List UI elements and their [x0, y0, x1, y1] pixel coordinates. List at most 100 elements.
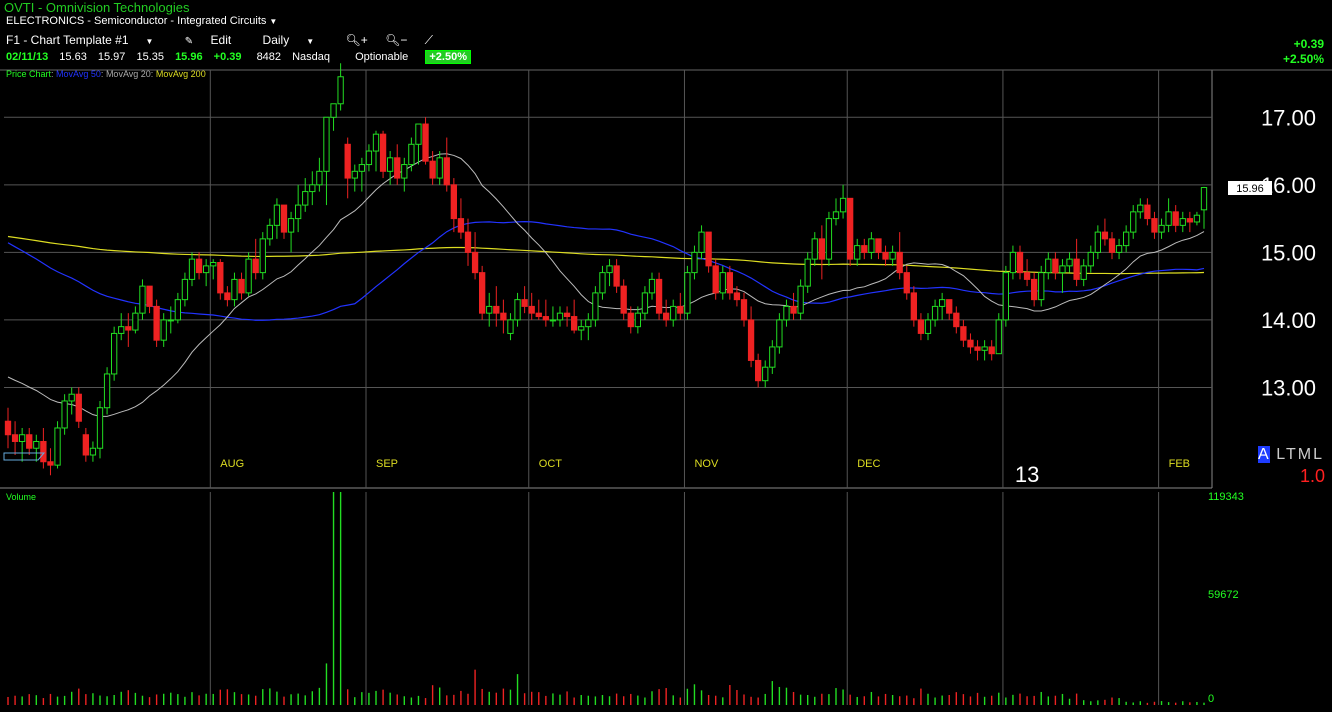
- candle-body: [351, 170, 358, 179]
- candle-body: [832, 211, 840, 220]
- candle-body: [1108, 238, 1116, 253]
- volume-tick-label: 59672: [1208, 589, 1239, 601]
- candle-body: [627, 312, 634, 328]
- candle-body: [330, 103, 337, 118]
- month-label: OCT: [539, 458, 563, 470]
- candle-body: [287, 218, 295, 233]
- candle-body: [408, 143, 415, 166]
- candle-body: [585, 319, 592, 328]
- candle-body: [535, 312, 542, 318]
- month-label: 13: [1015, 462, 1039, 487]
- price-axis: 17.0016.0015.0014.0013.00: [1261, 105, 1316, 400]
- volume-tick-label: 0: [1208, 693, 1214, 705]
- candle-body: [698, 231, 705, 253]
- candle-body: [995, 319, 1002, 355]
- candle-body: [436, 157, 443, 179]
- price-tick-label: 14.00: [1261, 308, 1316, 333]
- candle-body: [1094, 231, 1101, 253]
- candle-body: [974, 346, 981, 351]
- toggle-ltml[interactable]: LTML: [1276, 446, 1324, 463]
- scale-toggles[interactable]: A LTML: [1258, 446, 1324, 464]
- candle-body: [599, 272, 606, 294]
- candle-body: [365, 150, 373, 166]
- candle-body: [917, 319, 925, 334]
- volume-bars: [7, 492, 1205, 705]
- candle-body: [1200, 187, 1208, 211]
- scroll-handle[interactable]: [3, 452, 46, 461]
- candle-body: [302, 191, 309, 206]
- candle-body: [946, 299, 953, 314]
- candle-body: [571, 316, 578, 331]
- candle-body: [132, 312, 139, 331]
- candle-body: [931, 305, 939, 321]
- candle-body: [988, 346, 995, 355]
- candle-body: [96, 407, 104, 449]
- candle-body: [26, 434, 33, 449]
- candle-body: [847, 197, 854, 260]
- candle-body: [167, 319, 174, 322]
- candle-body: [217, 262, 224, 294]
- candle-body: [245, 258, 252, 294]
- candle-body: [1016, 251, 1024, 274]
- candle-body: [125, 326, 132, 331]
- candle-body: [231, 278, 238, 301]
- candle-body: [337, 76, 344, 105]
- candle-body: [238, 278, 245, 294]
- candle-body: [379, 133, 387, 172]
- candle-body: [139, 285, 146, 314]
- candle-body: [40, 440, 47, 463]
- candle-body: [372, 133, 380, 152]
- candle-body: [924, 319, 932, 334]
- candle-body: [910, 292, 918, 321]
- candle-body: [960, 326, 967, 341]
- volume-title: Volume: [6, 492, 36, 502]
- candle-body: [818, 238, 826, 260]
- toggle-a[interactable]: A: [1258, 446, 1270, 463]
- price-tick-label: 17.00: [1261, 105, 1316, 130]
- candle-body: [677, 305, 684, 314]
- candle-body: [1087, 251, 1094, 267]
- candle-body: [1059, 265, 1066, 274]
- candle-body: [500, 312, 507, 321]
- candle-body: [606, 265, 613, 274]
- candle-body: [394, 157, 401, 179]
- price-chart[interactable]: 17.0016.0015.0014.0013.00 AUG SEP OCT NOV DE…: [0, 0, 1332, 712]
- candle-body: [415, 123, 422, 145]
- candle-body: [146, 285, 153, 307]
- candle-body: [1186, 218, 1193, 223]
- candle-body: [712, 265, 719, 294]
- candle-body: [981, 346, 988, 351]
- candle-body: [549, 319, 557, 322]
- candle-body: [33, 440, 40, 449]
- candle-body: [11, 434, 19, 442]
- candle-body: [181, 278, 189, 301]
- candle-body: [1080, 265, 1087, 280]
- candle-body: [89, 447, 97, 456]
- candle-body: [556, 312, 564, 321]
- candle-body: [514, 299, 521, 321]
- candle-body: [224, 292, 231, 301]
- candle-body: [401, 164, 408, 179]
- candle-body: [755, 359, 762, 382]
- candle-body: [1130, 211, 1137, 233]
- candle-body: [422, 123, 429, 162]
- candle-body: [797, 285, 804, 314]
- candle-body: [655, 278, 663, 314]
- candle-body: [68, 393, 75, 402]
- candle-body: [1151, 218, 1158, 233]
- candle-body: [896, 251, 903, 274]
- candle-body: [939, 299, 946, 307]
- candle-body: [882, 251, 889, 260]
- month-label: AUG: [220, 458, 244, 470]
- candle-body: [4, 420, 12, 436]
- candle-body: [387, 157, 394, 172]
- month-label: DEC: [857, 458, 880, 470]
- candle-body: [280, 204, 288, 233]
- candle-body: [118, 326, 125, 334]
- candle-body: [259, 238, 266, 274]
- candle-body: [111, 332, 118, 375]
- candle-body: [1165, 211, 1172, 226]
- grid: [0, 69, 1332, 705]
- candle-body: [1179, 218, 1186, 226]
- candle-body: [429, 160, 436, 179]
